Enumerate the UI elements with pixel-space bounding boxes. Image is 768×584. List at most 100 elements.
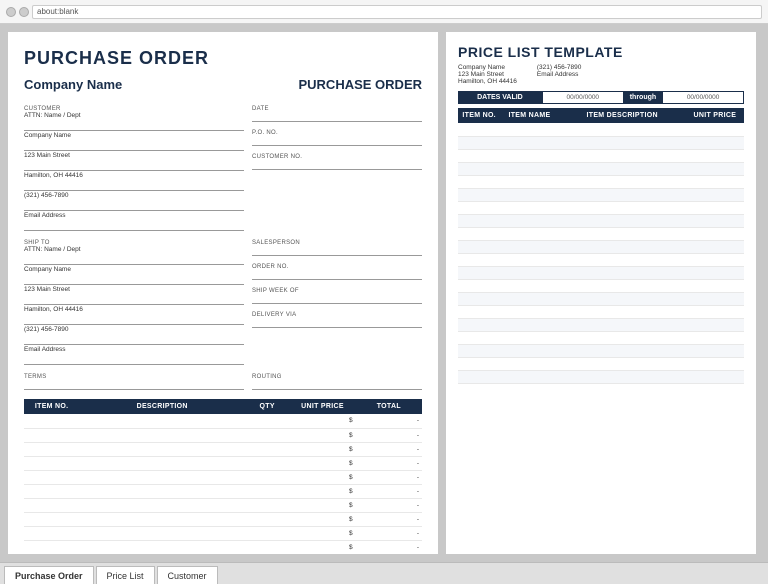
po-ship-section: SHIP TO ATTN: Name / Dept Company Name 1… [24,236,422,366]
pl-table-row [458,149,744,162]
pl-row-unit-price [686,292,744,305]
ship-to-col: SHIP TO ATTN: Name / Dept Company Name 1… [24,236,244,366]
po-table-row: $ - [24,512,422,526]
routing-line [252,380,422,390]
order-no-line [252,270,422,280]
pl-row-unit-price [686,136,744,149]
po-row-item [24,428,79,442]
pl-row-item-no [458,370,500,383]
tab-bar: Purchase Order Price List Customer [0,562,768,584]
po-no-line [252,136,422,146]
tab-purchase-order[interactable]: Purchase Order [4,566,94,584]
po-row-desc [79,526,245,540]
pl-row-unit-price [686,344,744,357]
po-row-price: $ [289,512,355,526]
attn-line [24,121,244,131]
pl-row-item-no [458,331,500,344]
pl-row-item-name [500,318,558,331]
phone-line [24,201,244,211]
pl-row-item-no [458,227,500,240]
pl-row-item-desc [559,370,686,383]
po-row-total: - [356,414,422,428]
pl-th-unit-price: UNIT PRICE [686,108,744,123]
po-row-desc [79,540,245,554]
pl-th-item-name: ITEM NAME [500,108,558,123]
pl-row-item-no [458,188,500,201]
pl-table-row [458,188,744,201]
ship-city-line [24,315,244,325]
pl-row-unit-price [686,162,744,175]
email-line [24,221,244,231]
pl-row-item-desc [559,266,686,279]
to-date: 00/00/0000 [662,91,744,104]
ship-address: 123 Main Street [24,286,244,295]
pl-row-item-desc [559,279,686,292]
po-row-total: - [356,470,422,484]
po-row-total: - [356,498,422,512]
attn-value: ATTN: Name / Dept [24,112,244,121]
th-qty: QTY [245,399,289,414]
pl-row-item-name [500,253,558,266]
pl-dates-row: DATES VALID 00/00/0000 through 00/00/000… [458,91,744,104]
po-table-row: $ - [24,498,422,512]
nav-forward[interactable] [19,7,29,17]
city-line [24,181,244,191]
pl-table-row [458,227,744,240]
po-row-qty [245,526,289,540]
pl-row-item-no [458,292,500,305]
pl-row-item-desc [559,136,686,149]
pl-table-row [458,136,744,149]
pl-row-unit-price [686,188,744,201]
pl-row-unit-price [686,175,744,188]
tab-price-list[interactable]: Price List [96,566,155,584]
po-row-qty [245,442,289,456]
po-row-desc [79,428,245,442]
po-row-item [24,484,79,498]
pl-table-row [458,318,744,331]
pl-row-item-desc [559,149,686,162]
pl-row-item-desc [559,162,686,175]
pl-table-row [458,240,744,253]
po-items-table: ITEM NO. DESCRIPTION QTY UNIT PRICE TOTA… [24,399,422,554]
pl-email: Email Address [537,71,581,78]
pl-row-item-name [500,188,558,201]
tab-customer[interactable]: Customer [157,566,218,584]
po-row-item [24,526,79,540]
pl-row-item-name [500,149,558,162]
pl-row-item-no [458,162,500,175]
po-row-item [24,414,79,428]
pl-row-item-desc [559,175,686,188]
customer-no-line [252,160,422,170]
pl-row-item-name [500,357,558,370]
ship-phone-line [24,335,244,345]
pl-table-row [458,266,744,279]
pl-row-unit-price [686,240,744,253]
pl-row-unit-price [686,331,744,344]
pl-th-item-no: ITEM NO. [458,108,500,123]
pl-row-item-no [458,201,500,214]
po-row-desc [79,484,245,498]
pl-row-item-name [500,175,558,188]
pl-row-item-no [458,357,500,370]
po-row-price: $ [289,526,355,540]
pl-table-row [458,292,744,305]
po-row-price: $ [289,442,355,456]
po-table-row: $ - [24,414,422,428]
po-row-item [24,456,79,470]
nav-back[interactable] [6,7,16,17]
pl-table-row [458,201,744,214]
pl-row-unit-price [686,149,744,162]
url-bar[interactable] [32,5,762,19]
po-row-qty [245,512,289,526]
pl-row-item-no [458,240,500,253]
po-row-price: $ [289,456,355,470]
pl-table-row [458,279,744,292]
po-center-title: PURCHASE ORDER [298,77,422,92]
pl-row-item-name [500,201,558,214]
po-row-qty [245,414,289,428]
po-row-total: - [356,484,422,498]
po-title: PURCHASE ORDER [24,48,422,69]
pl-row-unit-price [686,227,744,240]
po-row-total: - [356,526,422,540]
ship-email: Email Address [24,346,244,355]
